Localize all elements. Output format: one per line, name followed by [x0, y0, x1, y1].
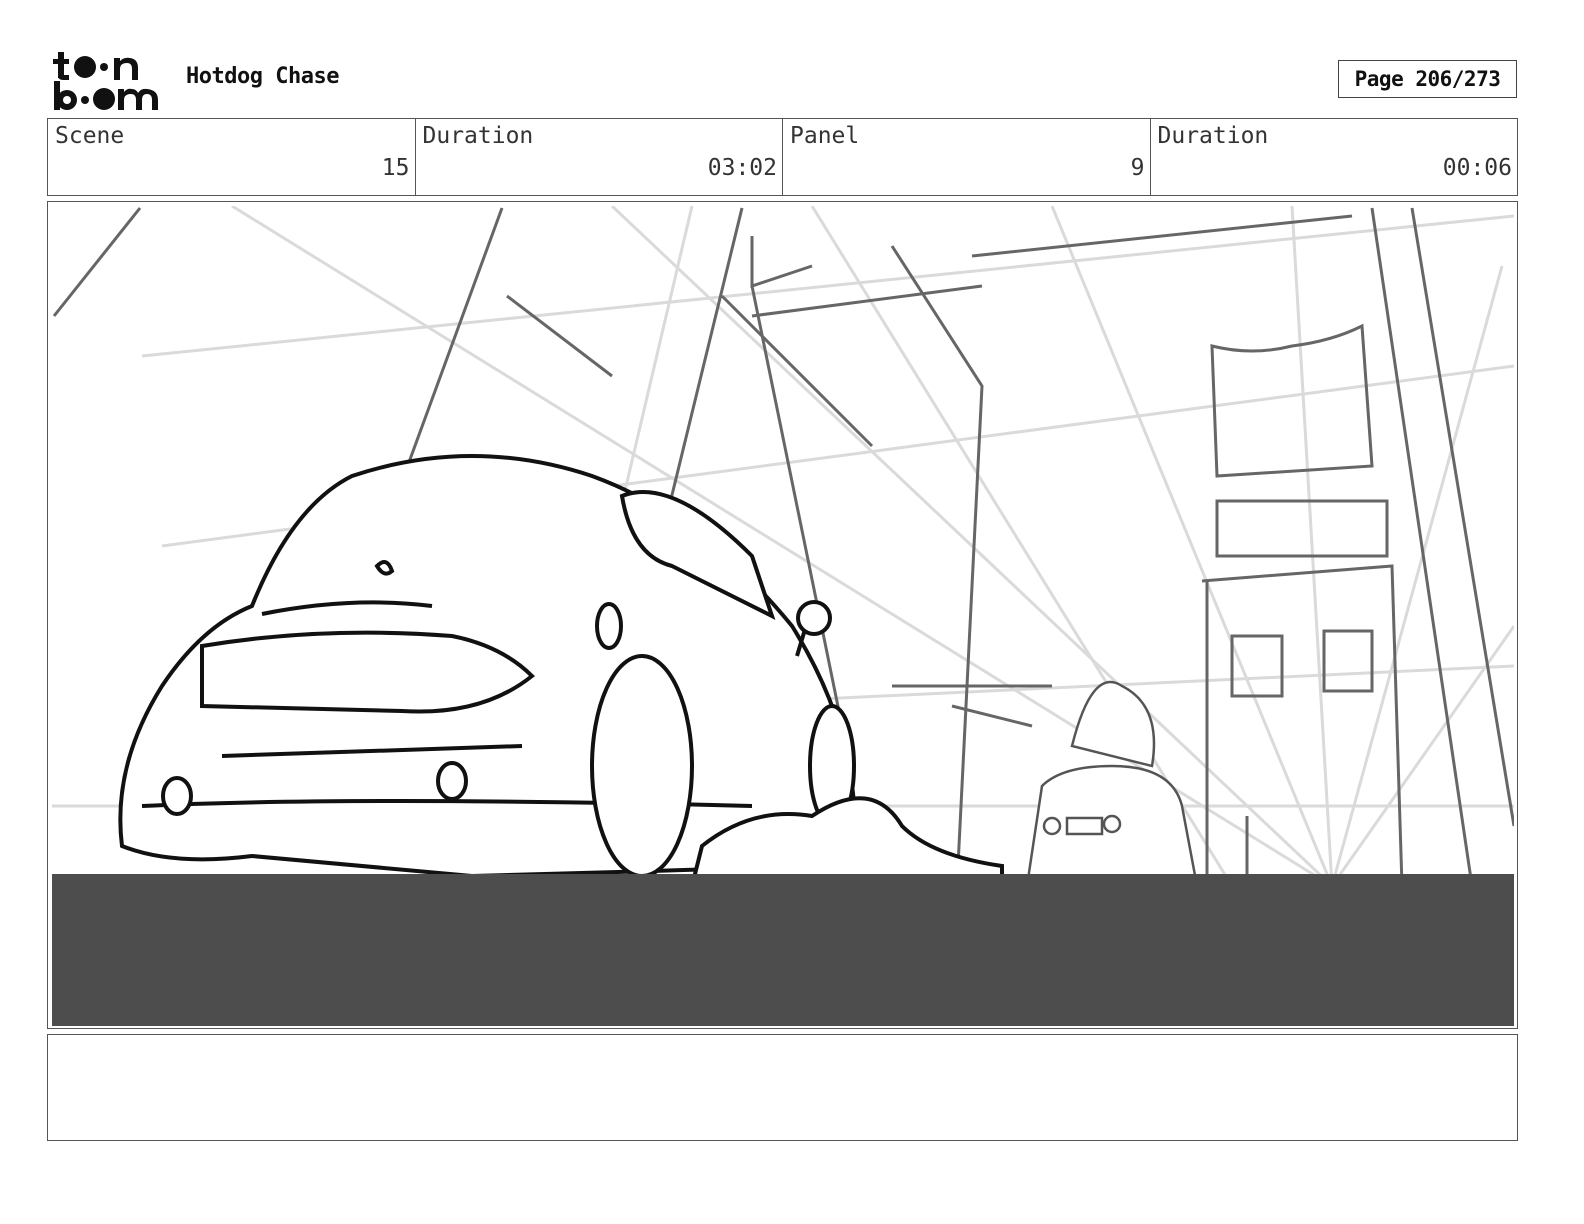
panel-notes [47, 1034, 1518, 1141]
page-indicator: Page 206/273 [1338, 60, 1517, 98]
panel-duration-cell: Duration 00:06 [1151, 119, 1518, 195]
panel-value: 9 [1130, 155, 1145, 181]
scene-cell: Scene 15 [48, 119, 416, 195]
scene-duration-value: 03:02 [707, 155, 777, 181]
panel-info-row: Scene 15 Duration 03:02 Panel 9 Duration… [47, 118, 1518, 196]
toon-boom-logo [53, 52, 158, 110]
scene-duration-label: Duration [422, 123, 534, 149]
panel-sketch [52, 206, 1514, 1026]
project-title: Hotdog Chase [186, 64, 339, 89]
panel-cell: Panel 9 [783, 119, 1151, 195]
scene-label: Scene [55, 123, 125, 149]
panel-label: Panel [790, 123, 860, 149]
storyboard-panel [47, 201, 1518, 1029]
panel-duration-label: Duration [1157, 123, 1269, 149]
scene-duration-cell: Duration 03:02 [416, 119, 783, 195]
road-foreground [52, 874, 1514, 1026]
panel-duration-value: 00:06 [1442, 155, 1512, 181]
scene-value: 15 [381, 155, 410, 181]
